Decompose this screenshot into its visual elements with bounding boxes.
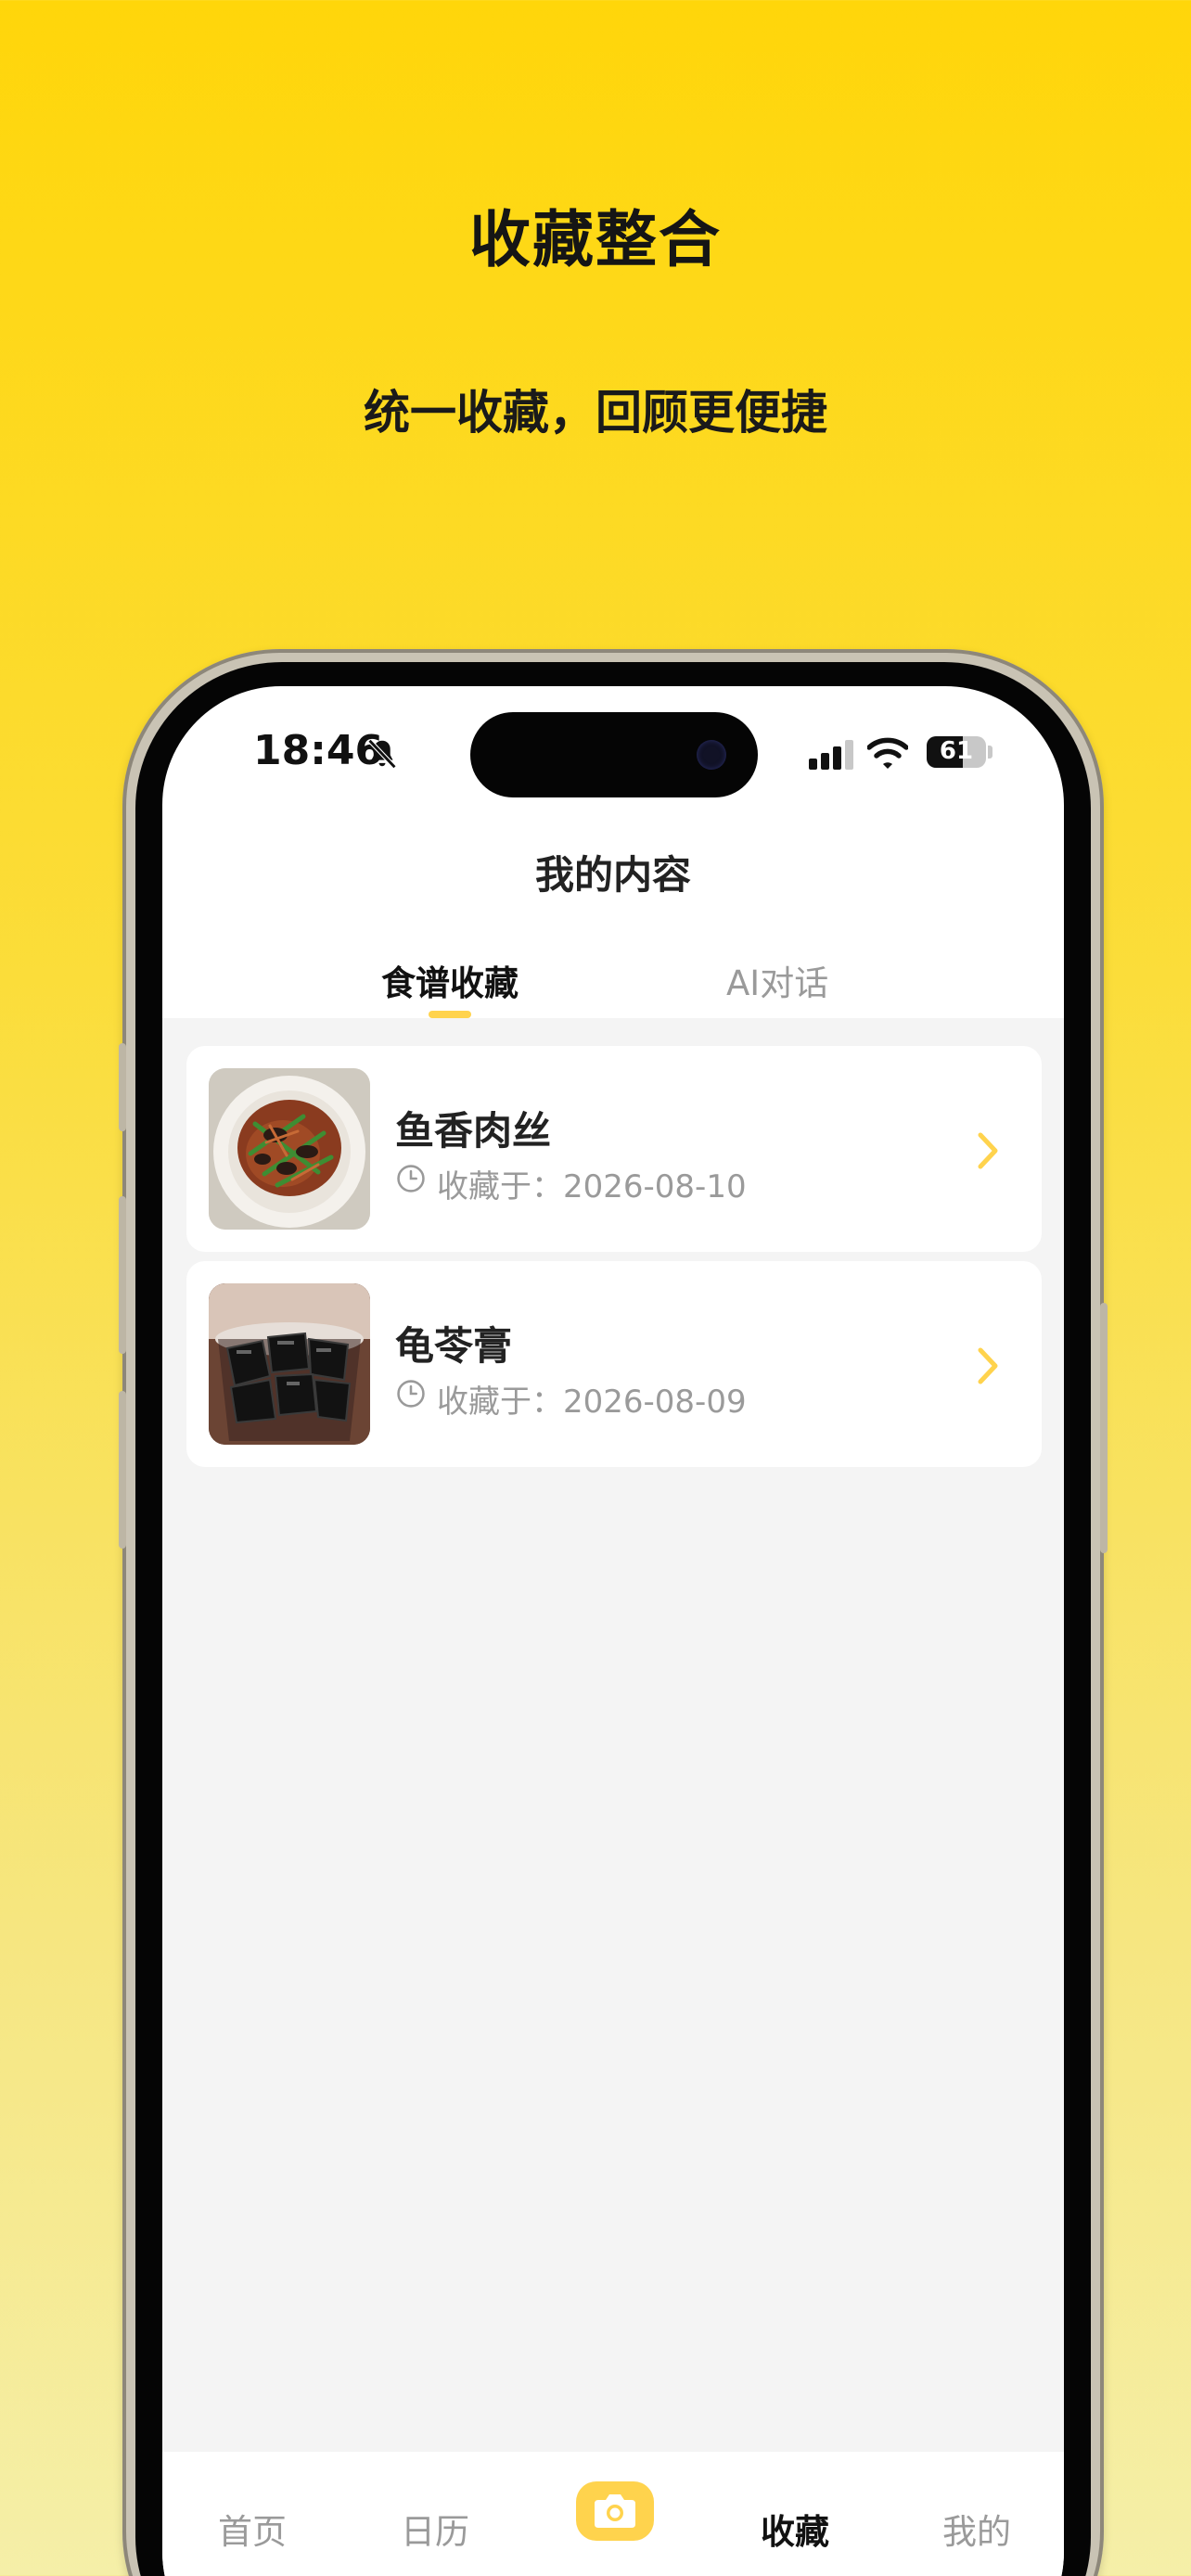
dish-thumbnail (209, 1283, 370, 1445)
favorite-item[interactable]: 鱼香肉丝 收藏于：2026-08-10 (186, 1046, 1042, 1252)
nav-profile[interactable]: 我的 (942, 2504, 1011, 2554)
chevron-right-icon[interactable] (977, 1131, 1001, 1170)
wifi-icon (867, 737, 908, 769)
tab-recipe-favorites[interactable]: 食谱收藏 (381, 955, 519, 1005)
promo-subtitle: 统一收藏，回顾更便捷 (364, 386, 827, 440)
active-tab-indicator (429, 1011, 471, 1018)
phone-power-button (1100, 1303, 1108, 1553)
nav-favorites[interactable]: 收藏 (761, 2504, 829, 2554)
yuxiang-rousi-photo (209, 1068, 370, 1230)
signal-icon (809, 740, 853, 770)
guilinggao-photo (209, 1283, 370, 1445)
nav-calendar[interactable]: 日历 (401, 2504, 469, 2554)
camera-button[interactable] (576, 2481, 654, 2541)
favorite-date: 收藏于：2026-08-09 (437, 1384, 747, 1421)
battery-icon: 61 (927, 736, 986, 768)
dish-name: 龟苓膏 (395, 1323, 513, 1369)
page-title: 我的内容 (534, 852, 691, 898)
dish-thumbnail (209, 1068, 370, 1230)
phone-side-button (119, 1043, 126, 1131)
nav-home[interactable]: 首页 (218, 2504, 287, 2554)
front-camera (697, 740, 726, 770)
favorite-date: 收藏于：2026-08-10 (437, 1168, 747, 1205)
dynamic-island (470, 712, 758, 797)
phone-volume-down (119, 1391, 126, 1549)
phone-volume-up (119, 1196, 126, 1354)
bell-slash-icon (367, 739, 397, 769)
tab-ai-chat[interactable]: AI对话 (726, 955, 828, 1005)
dish-name: 鱼香肉丝 (395, 1108, 552, 1154)
clock-icon (397, 1165, 425, 1192)
battery-tip (988, 746, 992, 759)
battery-level: 61 (939, 737, 974, 765)
phone-screen: 18:46 61 我的内容 食谱收藏 AI对话 鱼香肉丝 收藏于：2026-08… (162, 686, 1064, 2576)
favorites-list: 鱼香肉丝 收藏于：2026-08-10 龟苓膏 收藏于：2026-08-09 (162, 1018, 1064, 2455)
chevron-right-icon[interactable] (977, 1346, 1001, 1385)
favorite-item[interactable]: 龟苓膏 收藏于：2026-08-09 (186, 1261, 1042, 1467)
promo-title: 收藏整合 (469, 204, 722, 275)
camera-icon (595, 2494, 635, 2528)
bottom-tab-bar: 首页 日历 收藏 我的 (162, 2452, 1064, 2576)
clock-icon (397, 1380, 425, 1408)
